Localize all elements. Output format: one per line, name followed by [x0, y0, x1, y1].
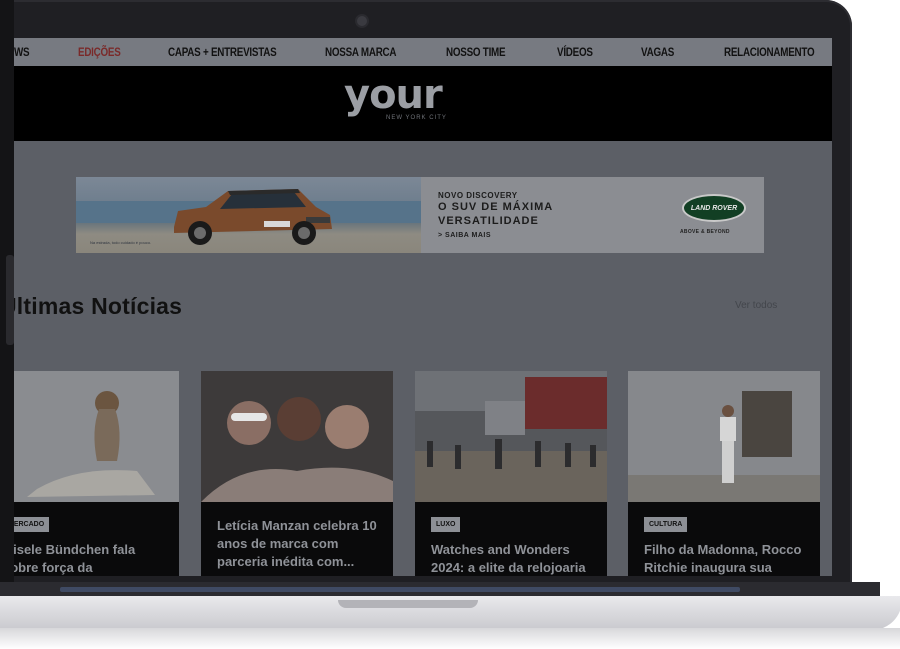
category-tag[interactable]: LUXO: [431, 517, 461, 532]
nav-item-edicoes[interactable]: EDIÇÕES: [78, 45, 121, 59]
nav-item-vagas[interactable]: VAGAS: [641, 45, 674, 59]
site-header: your NEW YORK CITY: [14, 66, 832, 141]
ad-line-2: O SUV DE MÁXIMA: [438, 201, 554, 213]
ad-car-image: Na estrada, todo cuidado é pouco.: [76, 177, 421, 253]
hinge: [6, 255, 14, 345]
nav-item-nosso-time[interactable]: NOSSO TIME: [446, 45, 506, 59]
laptop-shadow: [0, 628, 900, 649]
models-photo: [201, 371, 393, 502]
category-tag[interactable]: CULTURA: [644, 517, 688, 532]
ad-copy: NOVO DISCOVERY O SUV DE MÁXIMA VERSATILI…: [438, 191, 553, 239]
nav-item-news[interactable]: WS: [14, 45, 30, 59]
news-card[interactable]: CULTURA Filho da Madonna, Rocco Ritchie …: [628, 371, 820, 576]
site-logo[interactable]: your: [344, 72, 443, 118]
model-photo: [14, 371, 179, 502]
nav-item-nossa-marca[interactable]: NOSSA MARCA: [325, 45, 397, 59]
card-title[interactable]: Filho da Madonna, Rocco Ritchie inaugura…: [644, 541, 804, 576]
card-title[interactable]: Gisele Bündchen fala sobre força da mate…: [14, 541, 163, 576]
card-image: [415, 371, 607, 502]
ad-banner[interactable]: Na estrada, todo cuidado é pouco. NOVO D…: [76, 177, 764, 253]
card-image: [201, 371, 393, 502]
card-image: [628, 371, 820, 502]
news-card[interactable]: MERCADO Gisele Bündchen fala sobre força…: [14, 371, 179, 576]
webcam-icon: [355, 14, 369, 28]
nav-item-relacionamento[interactable]: RELACIONAMENTO: [724, 45, 815, 59]
category-tag[interactable]: MERCADO: [14, 517, 50, 532]
card-title[interactable]: Watches and Wonders 2024: a elite da rel…: [431, 541, 591, 576]
nav-item-capas[interactable]: CAPAS + ENTREVISTAS: [168, 45, 277, 59]
ad-caption: Na estrada, todo cuidado é pouco.: [90, 240, 152, 245]
top-nav: WS EDIÇÕES CAPAS + ENTREVISTAS NOSSA MAR…: [14, 38, 832, 66]
ad-line-3: VERSATILIDADE: [438, 215, 539, 227]
section-title: Últimas Notícias: [14, 293, 183, 319]
land-rover-logo: LAND ROVER: [682, 194, 746, 222]
trackpad-notch: [338, 600, 478, 608]
browser-screen: WS EDIÇÕES CAPAS + ENTREVISTAS NOSSA MAR…: [14, 38, 832, 576]
keyboard-strip: [60, 587, 740, 592]
gallery-photo: [628, 371, 820, 502]
nav-item-videos[interactable]: VÍDEOS: [557, 45, 593, 59]
event-photo: [415, 371, 607, 502]
card-image: [14, 371, 179, 502]
site-logo-subtitle: NEW YORK CITY: [386, 115, 447, 121]
see-all-link[interactable]: Ver todos: [735, 300, 777, 311]
card-title[interactable]: Letícia Manzan celebra 10 anos de marca …: [217, 517, 377, 571]
ad-cta[interactable]: > SAIBA MAIS: [438, 232, 553, 239]
news-card[interactable]: LUXO Watches and Wonders 2024: a elite d…: [415, 371, 607, 576]
laptop-hinge-side: [0, 0, 14, 649]
car-image: [174, 189, 332, 245]
brand-tagline: ABOVE & BEYOND: [680, 229, 730, 235]
ad-line-1: NOVO DISCOVERY: [438, 191, 518, 200]
news-card[interactable]: Letícia Manzan celebra 10 anos de marca …: [201, 371, 393, 576]
